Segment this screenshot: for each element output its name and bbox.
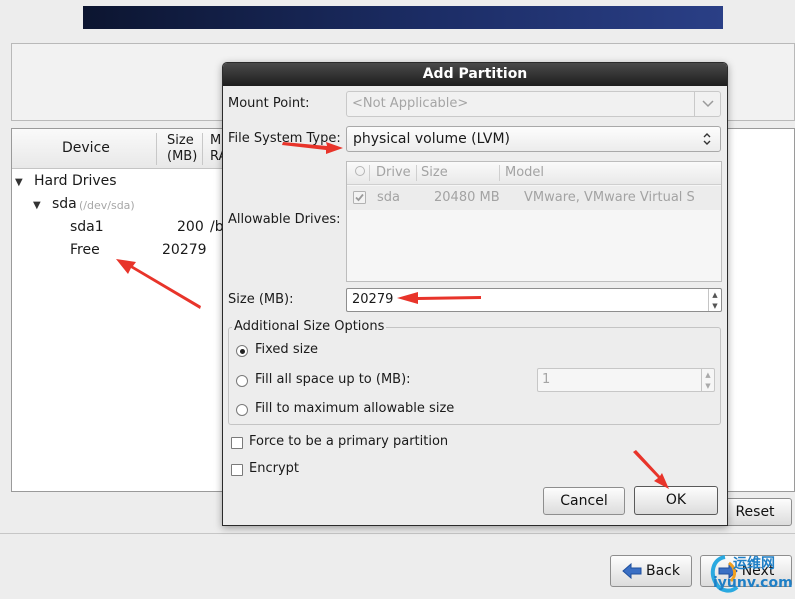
annotation-arrows: [116, 142, 669, 489]
annotation-arrow-icon: [116, 142, 669, 489]
